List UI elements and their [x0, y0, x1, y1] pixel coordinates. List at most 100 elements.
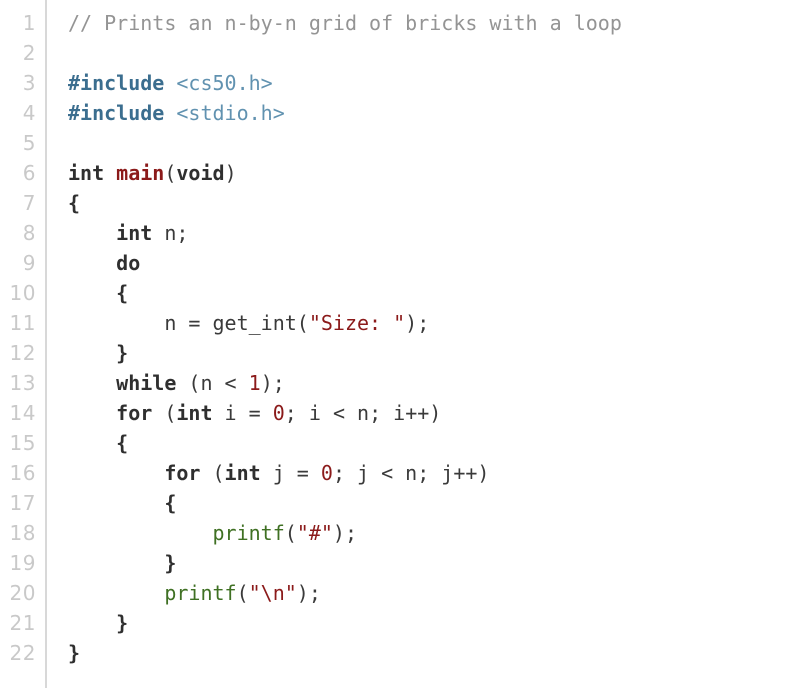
code-token-plain: );: [405, 311, 430, 335]
code-token-brace: }: [68, 641, 81, 665]
code-token-plain: ; i < n; i++): [284, 401, 442, 425]
code-token-string: "Size: ": [308, 311, 406, 335]
line-number: 5: [22, 131, 36, 155]
code-line[interactable]: {: [68, 428, 802, 458]
code-viewer: 1 2 3 4 5 6 7 8 9 10 11 12 13 14 15 16 17 18 19 20 21 22 // P…: [0, 0, 802, 688]
code-token-comment: // Prints an n-by-n grid of bricks with …: [68, 11, 622, 35]
code-line[interactable]: n = get_int("Size: ");: [68, 308, 802, 338]
code-line[interactable]: #include <cs50.h>: [68, 68, 802, 98]
code-token-number: 0: [272, 401, 285, 425]
code-line[interactable]: printf("\n");: [68, 578, 802, 608]
code-line[interactable]: [68, 38, 802, 68]
code-line[interactable]: }: [68, 338, 802, 368]
code-token-plain: n;: [152, 221, 189, 245]
code-line[interactable]: }: [68, 608, 802, 638]
code-line[interactable]: {: [68, 278, 802, 308]
line-number: 13: [9, 371, 36, 395]
line-number: 11: [9, 311, 36, 335]
line-number: 14: [9, 401, 36, 425]
code-token-brace: }: [164, 551, 177, 575]
code-token-brace: {: [164, 491, 177, 515]
code-token-brace: {: [68, 191, 81, 215]
code-line[interactable]: {: [68, 188, 802, 218]
code-token-funcdef: main: [116, 161, 165, 185]
code-token-plain: );: [332, 521, 358, 545]
code-token-plain: );: [260, 371, 285, 395]
code-token-keyword: for: [164, 461, 201, 485]
line-number: 3: [22, 71, 36, 95]
code-token-keyword: while: [116, 371, 177, 395]
code-line[interactable]: int n;: [68, 218, 802, 248]
code-token-plain: (: [236, 581, 249, 605]
code-token-brace: {: [116, 281, 129, 305]
line-number: 6: [22, 161, 36, 185]
code-token-keyword: int: [224, 461, 261, 485]
code-line[interactable]: [68, 128, 802, 158]
code-token-header: <stdio.h>: [176, 101, 285, 125]
code-line[interactable]: }: [68, 548, 802, 578]
code-token-keyword: int: [116, 221, 153, 245]
code-line[interactable]: }: [68, 638, 802, 668]
line-number: 20: [9, 581, 36, 605]
line-number: 4: [22, 101, 36, 125]
code-token-function: printf: [164, 581, 237, 605]
code-token-plain: j =: [260, 461, 321, 485]
code-token-string: "\n": [248, 581, 297, 605]
code-token-brace: }: [116, 341, 129, 365]
code-token-string: "#": [296, 521, 333, 545]
line-number: 8: [22, 221, 36, 245]
code-token-number: 0: [320, 461, 333, 485]
code-token-plain: ; j < n; j++): [332, 461, 490, 485]
code-line[interactable]: printf("#");: [68, 518, 802, 548]
line-number: 21: [9, 611, 36, 635]
code-token-preproc: #include: [68, 71, 165, 95]
line-number: 10: [9, 281, 36, 305]
code-token-plain: i =: [212, 401, 273, 425]
code-token-plain: (n <: [176, 371, 249, 395]
code-line[interactable]: for (int j = 0; j < n; j++): [68, 458, 802, 488]
code-token-header: <cs50.h>: [176, 71, 273, 95]
code-content-area[interactable]: // Prints an n-by-n grid of bricks with …: [47, 0, 802, 688]
code-line[interactable]: {: [68, 488, 802, 518]
code-token-plain: (: [152, 401, 177, 425]
code-line[interactable]: #include <stdio.h>: [68, 98, 802, 128]
code-token-plain: n = get_int(: [68, 311, 309, 335]
line-number: 15: [9, 431, 36, 455]
line-number: 12: [9, 341, 36, 365]
code-line[interactable]: for (int i = 0; i < n; i++): [68, 398, 802, 428]
code-line[interactable]: // Prints an n-by-n grid of bricks with …: [68, 8, 802, 38]
code-token-number: 1: [248, 371, 261, 395]
code-token-function: printf: [212, 521, 285, 545]
line-number: 9: [22, 251, 36, 275]
line-number: 16: [9, 461, 36, 485]
code-token-plain: (: [284, 521, 297, 545]
code-line[interactable]: do: [68, 248, 802, 278]
line-number: 2: [22, 41, 36, 65]
line-number: 1: [22, 11, 36, 35]
code-token-keyword: int: [68, 161, 105, 185]
code-token-brace: {: [116, 431, 129, 455]
code-token-punct: ): [224, 161, 237, 185]
line-number: 18: [9, 521, 36, 545]
code-line[interactable]: while (n < 1);: [68, 368, 802, 398]
code-token-preproc: #include: [68, 101, 165, 125]
code-token-keyword: int: [176, 401, 213, 425]
line-number: 7: [22, 191, 36, 215]
line-number: 19: [9, 551, 36, 575]
code-token-plain: (: [200, 461, 225, 485]
code-line[interactable]: int main(void): [68, 158, 802, 188]
line-number: 22: [9, 641, 36, 665]
